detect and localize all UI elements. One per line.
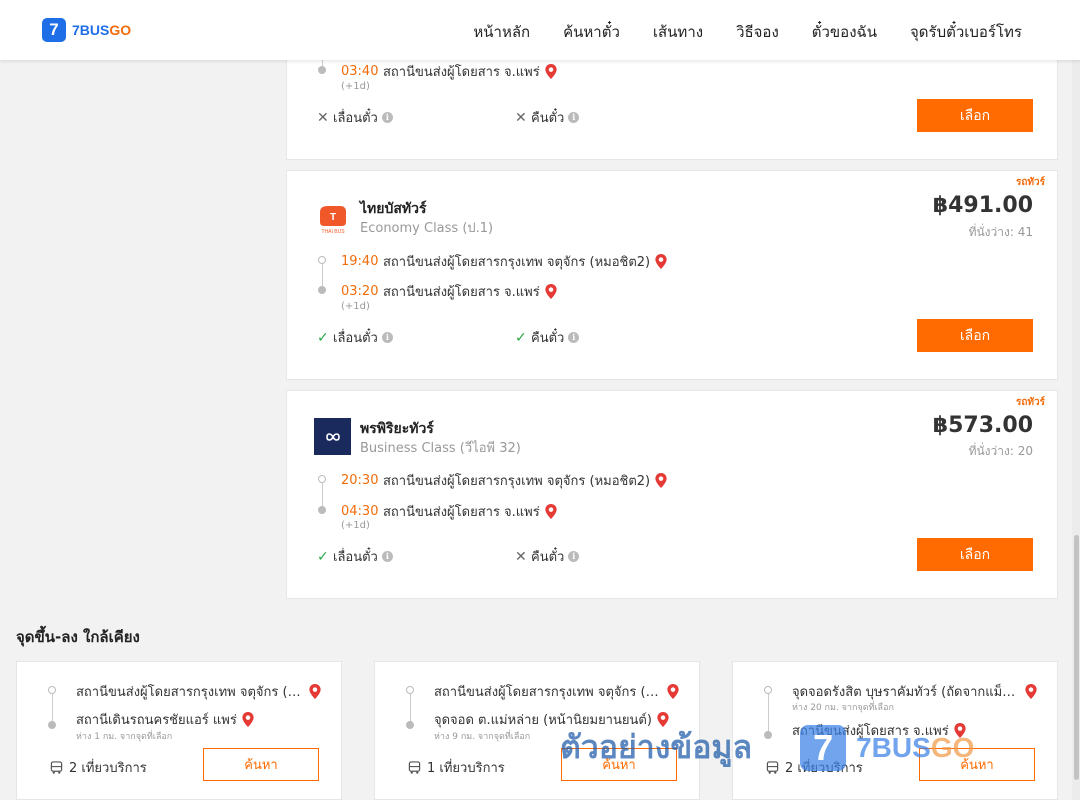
trip-card: รถทัวร์ T THAI BUS ไทยบัสทัวร์ Economy Cl… <box>286 170 1058 380</box>
map-pin-icon[interactable] <box>655 254 667 269</box>
refund-policy: ✕ คืนตั๋ว i <box>515 546 580 567</box>
nav-ticket-pickup[interactable]: จุดรับตั๋วเบอร์โทร <box>910 20 1022 44</box>
operator-logo: T THAI BUS <box>314 200 351 237</box>
nearby-to: จุดจอด ต.แม่หล่าย (หน้านิยมยานยนต์) <box>434 709 669 730</box>
select-trip-button[interactable]: เลือก <box>917 538 1033 571</box>
select-trip-button[interactable]: เลือก <box>917 99 1033 132</box>
bus-type-tag: รถทัวร์ <box>1015 177 1045 188</box>
page-scrollbar[interactable] <box>1072 60 1080 800</box>
info-icon[interactable]: i <box>381 332 393 343</box>
nearby-from: จุดจอดรังสิต บุษราคัมทัวร์ (ถัดจากแม็คโค… <box>792 681 1037 702</box>
info-icon[interactable]: i <box>568 112 580 123</box>
map-pin-icon[interactable] <box>657 712 669 727</box>
check-icon: ✓ <box>317 548 329 565</box>
search-route-button[interactable]: ค้นหา <box>919 748 1035 781</box>
nearby-route-card: สถานีขนส่งผู้โดยสารกรุงเทพ จตุจักร (หมอช… <box>374 661 700 800</box>
trip-count: 2 เที่ยวบริการ <box>50 757 147 778</box>
operator-logo <box>314 418 351 455</box>
trip-count: 1 เที่ยวบริการ <box>408 757 505 778</box>
refund-policy: ✕ คืนตั๋ว i <box>515 107 580 128</box>
cross-icon: ✕ <box>317 109 329 126</box>
search-route-button[interactable]: ค้นหา <box>203 748 319 781</box>
nearby-distance: ห่าง 9 กม. จากจุดที่เลือก <box>434 732 531 742</box>
nearby-route-card: จุดจอดรังสิต บุษราคัมทัวร์ (ถัดจากแม็คโค… <box>732 661 1058 800</box>
nearby-distance: ห่าง 20 กม. จากจุดที่เลือก <box>792 703 894 713</box>
map-pin-icon[interactable] <box>655 473 667 488</box>
map-pin-icon[interactable] <box>954 723 966 738</box>
nearby-distance: ห่าง 1 กม. จากจุดที่เลือก <box>76 732 173 742</box>
bus-class: Economy Class (ป.1) <box>360 221 494 236</box>
seats-available: ที่นั่งว่าง: 41 <box>968 225 1033 239</box>
info-icon[interactable]: i <box>381 551 393 562</box>
nearby-to: สถานีเดินรถนครชัยแอร์ แพร่ <box>76 709 254 730</box>
departure-stop: 20:30 สถานีขนส่งผู้โดยสารกรุงเทพ จตุจักร… <box>341 470 667 491</box>
map-pin-icon[interactable] <box>667 684 679 699</box>
map-pin-icon[interactable] <box>545 64 557 79</box>
reschedule-policy: ✓ เลื่อนตั๋ว i <box>317 546 393 567</box>
map-pin-icon[interactable] <box>545 504 557 519</box>
bus-icon <box>408 761 421 774</box>
select-trip-button[interactable]: เลือก <box>917 319 1033 352</box>
nearby-from: สถานีขนส่งผู้โดยสารกรุงเทพ จตุจักร (หมอช… <box>76 681 321 702</box>
logo-text: 7BUSGO <box>72 22 132 38</box>
reschedule-policy: ✕ เลื่อนตั๋ว i <box>317 107 393 128</box>
bus-class: Business Class (วีไอพี 32) <box>360 441 521 456</box>
trip-price: ฿573.00 <box>932 413 1033 438</box>
map-pin-icon[interactable] <box>1025 684 1037 699</box>
trip-count: 2 เที่ยวบริการ <box>766 757 863 778</box>
nearby-from: สถานีขนส่งผู้โดยสารกรุงเทพ จตุจักร (หมอช… <box>434 681 679 702</box>
nav-home[interactable]: หน้าหลัก <box>473 20 530 44</box>
seats-available: ที่นั่งว่าง: 20 <box>968 444 1033 458</box>
nav-how-to-book[interactable]: วิธีจอง <box>736 20 779 44</box>
svg-text:T: T <box>329 212 335 223</box>
bus-icon <box>766 761 779 774</box>
info-icon[interactable]: i <box>568 551 580 562</box>
info-icon[interactable]: i <box>568 332 580 343</box>
nearby-to: สถานีขนส่งผู้โดยสาร จ.แพร่ <box>792 720 966 741</box>
map-pin-icon[interactable] <box>309 684 321 699</box>
bus-type-tag: รถทัวร์ <box>1015 397 1045 408</box>
reschedule-policy: ✓ เลื่อนตั๋ว i <box>317 327 393 348</box>
top-header: 7 7BUSGO หน้าหลัก ค้นหาตั๋ว เส้นทาง วิธี… <box>0 0 1080 60</box>
arrival-stop: 03:40 สถานีขนส่งผู้โดยสาร จ.แพร่ <box>341 61 557 82</box>
refund-policy: ✓ คืนตั๋ว i <box>515 327 580 348</box>
trip-price: ฿491.00 <box>932 193 1033 218</box>
site-logo[interactable]: 7 7BUSGO <box>42 18 131 42</box>
trip-card: รถทัวร์ พรพิริยะทัวร์ Business Class (วี… <box>286 390 1058 599</box>
check-icon: ✓ <box>515 329 527 346</box>
info-icon[interactable]: i <box>381 112 393 123</box>
scrollbar-thumb[interactable] <box>1074 535 1079 780</box>
logo-badge: 7 <box>42 18 66 42</box>
nav-my-tickets[interactable]: ตั๋วของฉัน <box>812 20 877 44</box>
map-pin-icon[interactable] <box>242 712 254 727</box>
check-icon: ✓ <box>317 329 329 346</box>
departure-stop: 19:40 สถานีขนส่งผู้โดยสารกรุงเทพ จตุจักร… <box>341 251 667 272</box>
bus-icon <box>50 761 63 774</box>
arrival-stop: 03:20 สถานีขนส่งผู้โดยสาร จ.แพร่ <box>341 281 557 302</box>
search-route-button[interactable]: ค้นหา <box>561 748 677 781</box>
arrival-stop: 04:30 สถานีขนส่งผู้โดยสาร จ.แพร่ <box>341 501 557 522</box>
nearby-route-card: สถานีขนส่งผู้โดยสารกรุงเทพ จตุจักร (หมอช… <box>16 661 342 800</box>
cross-icon: ✕ <box>515 548 527 565</box>
svg-text:THAI BUS: THAI BUS <box>321 229 345 234</box>
nav-search-ticket[interactable]: ค้นหาตั๋ว <box>563 20 620 44</box>
trip-card: 03:40 สถานีขนส่งผู้โดยสาร จ.แพร่ (+1d) ✕… <box>286 50 1058 160</box>
nav-routes[interactable]: เส้นทาง <box>653 20 703 44</box>
main-nav: หน้าหลัก ค้นหาตั๋ว เส้นทาง วิธีจอง ตั๋วข… <box>473 20 1022 44</box>
cross-icon: ✕ <box>515 109 527 126</box>
map-pin-icon[interactable] <box>545 284 557 299</box>
nearby-section-title: จุดขึ้น-ลง ใกล้เคียง <box>16 628 140 646</box>
